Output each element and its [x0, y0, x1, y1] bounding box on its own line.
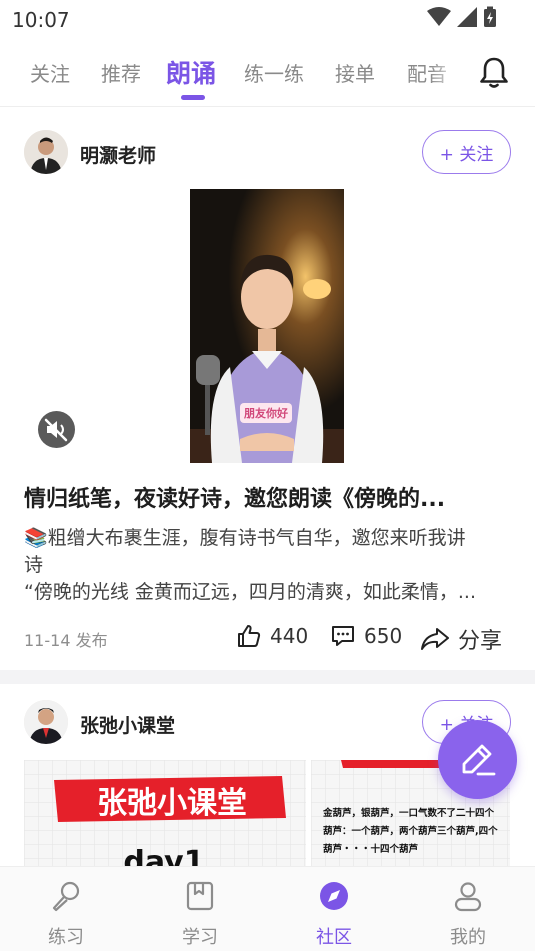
- section-divider: [0, 670, 535, 684]
- wifi-icon: [427, 7, 451, 26]
- pencil-icon: [462, 744, 495, 775]
- comment-button[interactable]: 650: [330, 623, 402, 649]
- share-label: 分享: [458, 629, 503, 654]
- video-caption: 朋友你好: [243, 406, 288, 420]
- tab-recommend[interactable]: 推荐: [101, 58, 141, 87]
- battery-icon: [484, 6, 496, 27]
- top-tab-bar: 关注 推荐 朗诵 练一练 接单 配音: [0, 50, 535, 106]
- tab-follow[interactable]: 关注: [30, 58, 70, 87]
- compose-button[interactable]: [438, 720, 517, 799]
- status-time: 10:07: [12, 8, 70, 32]
- avatar[interactable]: [24, 700, 68, 744]
- nav-learn[interactable]: 学习: [160, 879, 240, 949]
- desc-line: 📚粗缯大布裹生涯，腹有诗书气自华，邀您来听我讲: [24, 527, 466, 549]
- avatar-image: [24, 130, 68, 174]
- desc-line: 诗: [24, 554, 44, 576]
- nav-label: 我的: [450, 927, 486, 948]
- tab-recite[interactable]: 朗诵: [166, 54, 216, 90]
- tab-fade: [430, 50, 470, 100]
- bell-icon[interactable]: [478, 56, 510, 90]
- active-tab-indicator: [181, 95, 205, 100]
- book-icon: [186, 881, 214, 911]
- bottom-nav: 练习 学习 社区 我的: [0, 866, 535, 951]
- follow-button[interactable]: + 关注: [422, 130, 511, 174]
- share-icon: [421, 628, 449, 650]
- mute-button[interactable]: [38, 411, 75, 448]
- nav-label: 学习: [182, 927, 218, 948]
- comment-count: 650: [364, 624, 403, 648]
- nav-practice[interactable]: 练习: [26, 879, 106, 949]
- microphone-icon: [52, 881, 80, 912]
- like-count: 440: [270, 624, 309, 648]
- avatar-image: [24, 700, 68, 744]
- tab-orders[interactable]: 接单: [335, 58, 375, 87]
- status-icons: [427, 6, 497, 28]
- author-name[interactable]: 张弛小课堂: [80, 711, 175, 738]
- image-text: 金葫芦，银葫芦，一口气数不了二十四个: [322, 807, 495, 819]
- publish-date: 11-14 发布: [24, 631, 108, 650]
- desc-line: “傍晚的光线 金黄而辽远，四月的清爽，如此柔情，...: [24, 581, 477, 603]
- video-thumbnail: 朋友你好: [190, 189, 344, 463]
- nav-label: 社区: [316, 927, 352, 948]
- image-text: 葫芦：一个葫芦，两个葫芦三个葫芦,四个: [323, 825, 498, 837]
- post-image[interactable]: 张弛小课堂 day1: [24, 760, 306, 870]
- compass-icon: [320, 882, 348, 910]
- tab-practice[interactable]: 练一练: [244, 58, 304, 87]
- nav-profile[interactable]: 我的: [428, 879, 508, 949]
- nav-community[interactable]: 社区: [294, 879, 374, 949]
- post-image-graphic: 张弛小课堂 day1: [24, 760, 306, 870]
- author-name[interactable]: 明灏老师: [80, 141, 156, 168]
- divider: [0, 106, 535, 107]
- image-title: 张弛小课堂: [97, 786, 247, 821]
- nav-label: 练习: [48, 927, 84, 948]
- speaker-muted-icon: [44, 418, 68, 442]
- thumbs-up-icon: [238, 625, 261, 647]
- user-icon: [454, 882, 482, 912]
- image-text: 葫芦・・・十四个葫芦: [323, 843, 419, 855]
- signal-icon: [457, 7, 477, 27]
- post-description[interactable]: 📚粗缯大布裹生涯，腹有诗书气自华，邀您来听我讲 诗 “傍晚的光线 金黄而辽远，四…: [24, 525, 512, 606]
- like-button[interactable]: 440: [236, 623, 308, 649]
- share-button[interactable]: 分享: [420, 623, 502, 655]
- avatar[interactable]: [24, 130, 68, 174]
- video-player[interactable]: 朋友你好: [190, 189, 344, 463]
- post-title[interactable]: 情归纸笔，夜读好诗，邀您朗读《傍晚的...: [24, 481, 512, 513]
- status-bar: 10:07: [0, 0, 535, 38]
- comment-icon: [332, 626, 354, 646]
- post-meta: 11-14 发布 440 650 分享: [24, 623, 512, 654]
